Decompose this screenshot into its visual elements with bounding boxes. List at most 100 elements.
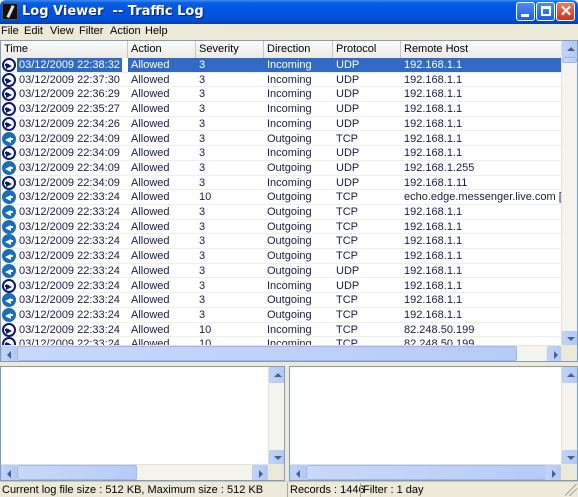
table-row[interactable]: 03/12/2009 22:33:24 Allowed 10 Outgoing TCP e… bbox=[1, 190, 563, 205]
horizontal-scrollbar[interactable] bbox=[1, 345, 563, 361]
cell-protocol: TCP bbox=[336, 308, 358, 321]
left-pane-vertical-scrollbar[interactable] bbox=[268, 367, 284, 466]
menu-help[interactable]: Help bbox=[145, 25, 168, 37]
app-icon[interactable] bbox=[2, 3, 18, 20]
right-pane-horizontal-scrollbar[interactable] bbox=[290, 464, 561, 480]
details-pane-right[interactable] bbox=[289, 366, 578, 481]
scrollbar-corner bbox=[561, 345, 577, 361]
table-row[interactable]: 03/12/2009 22:33:24 Allowed 3 Incoming UDP 19… bbox=[1, 278, 563, 294]
table-row[interactable]: 03/12/2009 22:37:30 Allowed 3 Incoming UDP 19… bbox=[1, 72, 563, 88]
table-row[interactable]: 03/12/2009 22:34:09 Allowed 3 Incoming UDP 19… bbox=[1, 146, 563, 161]
cell-severity: 10 bbox=[199, 191, 212, 204]
menu-edit[interactable]: Edit bbox=[24, 25, 43, 37]
column-header-protocol[interactable]: Protocol bbox=[333, 41, 401, 58]
scroll-up-button[interactable] bbox=[562, 41, 577, 57]
right-pane-scroll-left-button[interactable] bbox=[290, 465, 306, 480]
table-row[interactable]: 03/12/2009 22:33:24 Allowed 10 Incoming TCP 8… bbox=[1, 322, 563, 338]
cell-time: 03/12/2009 22:38:32 bbox=[1, 58, 128, 72]
right-pane-corner bbox=[561, 464, 577, 480]
details-pane-left[interactable] bbox=[0, 366, 285, 481]
horizontal-scroll-thumb[interactable] bbox=[17, 346, 517, 361]
cell-remote-host: 192.168.1.1 bbox=[404, 132, 463, 145]
column-header-action[interactable]: Action bbox=[128, 41, 196, 58]
menu-file[interactable]: File bbox=[1, 25, 19, 37]
vertical-scroll-thumb[interactable] bbox=[562, 57, 577, 63]
table-row[interactable]: 03/12/2009 22:33:24 Allowed 3 Outgoing UDP 19… bbox=[1, 263, 563, 279]
left-pane-scroll-right-button[interactable] bbox=[252, 465, 268, 480]
table-row[interactable]: 03/12/2009 22:34:26 Allowed 3 Incoming UDP 19… bbox=[1, 116, 563, 132]
table-row[interactable]: 03/12/2009 22:34:09 Allowed 3 Outgoing UDP 19… bbox=[1, 160, 563, 176]
right-pane-horizontal-thumb[interactable] bbox=[306, 465, 546, 480]
arrow-right-icon bbox=[554, 351, 558, 359]
cell-severity: 3 bbox=[199, 73, 206, 86]
cell-time: 03/12/2009 22:36:29 bbox=[1, 87, 128, 102]
traffic-log-list[interactable]: Time Action Severity Direction Protocol … bbox=[0, 40, 578, 362]
cell-time: 03/12/2009 22:37:30 bbox=[1, 72, 128, 87]
status-bar: Current log file size : 512 KB, Maximum … bbox=[0, 481, 578, 497]
table-row[interactable]: 03/12/2009 22:33:24 Allowed 3 Outgoing TCP 19… bbox=[1, 249, 563, 264]
menu-filter[interactable]: Filter bbox=[79, 25, 103, 37]
cell-time: 03/12/2009 22:35:27 bbox=[1, 102, 128, 117]
cell-direction: Outgoing bbox=[267, 206, 312, 218]
cell-time-text: 03/12/2009 22:34:09 bbox=[19, 132, 120, 145]
table-row[interactable]: 03/12/2009 22:35:27 Allowed 3 Incoming UDP 19… bbox=[1, 102, 563, 117]
cell-time: 03/12/2009 22:33:24 bbox=[1, 249, 128, 264]
table-row[interactable]: 03/12/2009 22:38:32 Allowed 3 Incoming UDP 19… bbox=[1, 58, 563, 73]
table-row[interactable]: 03/12/2009 22:36:29 Allowed 3 Incoming UDP 19… bbox=[1, 87, 563, 103]
vertical-scrollbar[interactable] bbox=[561, 41, 577, 347]
table-row[interactable]: 03/12/2009 22:33:24 Allowed 3 Outgoing TCP 19… bbox=[1, 293, 563, 308]
column-header-severity[interactable]: Severity bbox=[196, 41, 264, 58]
left-pane-horizontal-scrollbar[interactable] bbox=[1, 464, 268, 480]
arrow-right-icon bbox=[259, 470, 263, 478]
table-row[interactable]: 03/12/2009 22:33:24 Allowed 3 Outgoing TCP 19… bbox=[1, 205, 563, 220]
cell-severity: 3 bbox=[199, 279, 206, 292]
left-pane-horizontal-thumb[interactable] bbox=[17, 465, 137, 480]
right-pane-vertical-scrollbar[interactable] bbox=[561, 367, 577, 466]
cell-time-text: 03/12/2009 22:34:09 bbox=[19, 161, 120, 174]
title-bar[interactable]: Log Viewer -- Traffic Log ✕ bbox=[0, 0, 578, 24]
minimize-button[interactable] bbox=[516, 2, 535, 21]
right-pane-scroll-right-button[interactable] bbox=[545, 465, 561, 480]
cell-direction: Outgoing bbox=[267, 264, 312, 277]
table-row[interactable]: 03/12/2009 22:33:24 Allowed 3 Outgoing TCP 19… bbox=[1, 234, 563, 250]
cell-remote-host: 192.168.1.1 bbox=[404, 103, 463, 116]
cell-direction: Incoming bbox=[267, 117, 312, 130]
list-header: Time Action Severity Direction Protocol … bbox=[1, 41, 563, 58]
maximize-button[interactable] bbox=[536, 2, 555, 21]
cell-protocol: TCP bbox=[336, 132, 358, 145]
cell-time: 03/12/2009 22:33:24 bbox=[1, 263, 128, 278]
column-header-direction[interactable]: Direction bbox=[264, 41, 333, 58]
column-header-time[interactable]: Time bbox=[1, 41, 128, 58]
cell-severity: 3 bbox=[199, 147, 206, 160]
close-button[interactable]: ✕ bbox=[556, 2, 575, 21]
cell-time: 03/12/2009 22:33:24 bbox=[1, 307, 128, 322]
outgoing-arrow-icon bbox=[2, 263, 16, 278]
cell-direction: Outgoing bbox=[267, 250, 312, 263]
cell-time-text: 03/12/2009 22:33:24 bbox=[19, 220, 120, 233]
table-row[interactable]: 03/12/2009 22:33:24 Allowed 3 Outgoing TCP 19… bbox=[1, 219, 563, 235]
cell-time: 03/12/2009 22:34:09 bbox=[1, 146, 128, 161]
cell-remote-host: 192.168.1.1 bbox=[404, 147, 463, 160]
table-row[interactable]: 03/12/2009 22:34:09 Allowed 3 Outgoing TCP 19… bbox=[1, 131, 563, 147]
incoming-arrow-icon bbox=[2, 278, 16, 293]
cell-direction: Outgoing bbox=[267, 220, 312, 233]
left-pane-scroll-up-button[interactable] bbox=[269, 367, 284, 383]
column-header-remote-host[interactable]: Remote Host bbox=[401, 41, 563, 58]
menu-action[interactable]: Action bbox=[110, 25, 141, 37]
cell-protocol: TCP bbox=[336, 235, 358, 248]
menu-bar: File Edit View Filter Action Help bbox=[0, 24, 578, 39]
cell-protocol: TCP bbox=[336, 191, 358, 204]
scroll-left-button[interactable] bbox=[1, 346, 17, 361]
table-row[interactable]: 03/12/2009 22:33:24 Allowed 3 Outgoing TCP 19… bbox=[1, 307, 563, 323]
cell-severity: 3 bbox=[199, 117, 206, 130]
cell-remote-host: 82.248.50.199 bbox=[404, 323, 475, 336]
resize-grip[interactable] bbox=[565, 484, 577, 496]
left-pane-scroll-left-button[interactable] bbox=[1, 465, 17, 480]
menu-view[interactable]: View bbox=[50, 25, 74, 37]
cell-action: Allowed bbox=[131, 279, 170, 292]
right-pane-scroll-up-button[interactable] bbox=[562, 367, 577, 383]
cell-action: Allowed bbox=[131, 117, 170, 130]
cell-action: Allowed bbox=[131, 264, 170, 277]
incoming-arrow-icon bbox=[2, 175, 16, 190]
table-row[interactable]: 03/12/2009 22:34:09 Allowed 3 Incoming UDP 19… bbox=[1, 175, 563, 191]
